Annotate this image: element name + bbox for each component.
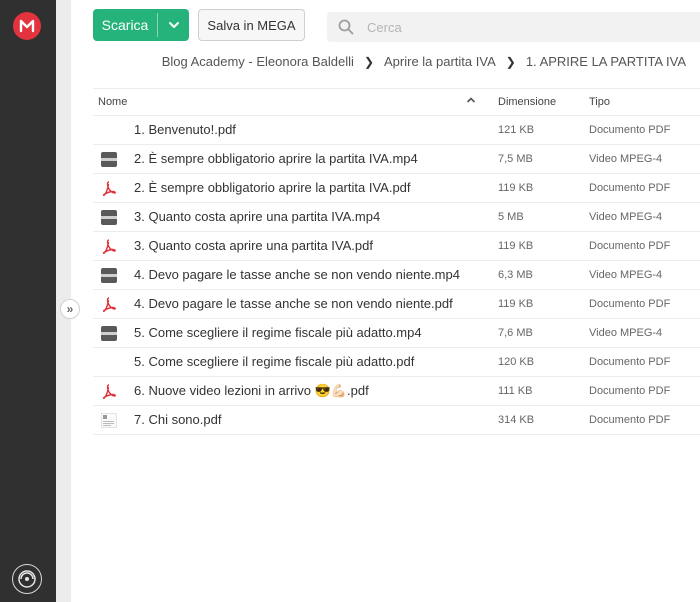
file-size: 314 KB (498, 414, 535, 426)
file-name: 6. Nuove video lezioni in arrivo 😎💪🏻.pdf (134, 383, 369, 398)
breadcrumb-item[interactable]: Blog Academy - Eleonora Baldelli (162, 54, 354, 69)
chevron-down-icon[interactable] (158, 9, 189, 41)
video-file-icon (101, 268, 117, 283)
breadcrumb-item-current[interactable]: 1. APRIRE LA PARTITA IVA (526, 54, 686, 69)
file-size: 119 KB (498, 298, 534, 310)
pdf-file-icon (101, 239, 117, 254)
table-row[interactable]: 4. Devo pagare le tasse anche se non ven… (93, 261, 700, 290)
table-row[interactable]: 5. Come scegliere il regime fiscale più … (93, 319, 700, 348)
download-button-label: Scarica (101, 17, 149, 33)
file-name: 2. È sempre obbligatorio aprire la parti… (134, 180, 411, 195)
file-name: 5. Come scegliere il regime fiscale più … (134, 354, 415, 369)
table-row[interactable]: 7. Chi sono.pdf 314 KB Documento PDF (93, 406, 700, 435)
file-type: Documento PDF (589, 298, 671, 310)
file-name: 2. È sempre obbligatorio aprire la parti… (134, 151, 418, 166)
file-size: 5 MB (498, 211, 524, 223)
file-size: 119 KB (498, 182, 534, 194)
table-row[interactable]: 2. È sempre obbligatorio aprire la parti… (93, 174, 700, 203)
file-type: Documento PDF (589, 356, 671, 368)
left-rail (0, 0, 56, 602)
file-name: 3. Quanto costa aprire una partita IVA.p… (134, 238, 373, 253)
file-type: Documento PDF (589, 124, 671, 136)
file-type: Video MPEG-4 (589, 269, 663, 281)
document-thumbnail-icon (101, 413, 117, 428)
mega-logo-icon[interactable] (13, 12, 41, 40)
table-row[interactable]: 3. Quanto costa aprire una partita IVA.m… (93, 203, 700, 232)
table-row[interactable]: 1. Benvenuto!.pdf 121 KB Documento PDF (93, 116, 700, 145)
file-size: 6,3 MB (498, 269, 533, 281)
table-row[interactable]: 4. Devo pagare le tasse anche se non ven… (93, 290, 700, 319)
video-file-icon (101, 210, 117, 225)
table-row[interactable]: 3. Quanto costa aprire una partita IVA.p… (93, 232, 700, 261)
achievements-icon[interactable] (12, 564, 42, 594)
chevron-right-icon: ❯ (505, 54, 516, 69)
file-list: 1. Benvenuto!.pdf 121 KB Documento PDF 2. È… (93, 116, 700, 435)
file-type: Documento PDF (589, 240, 671, 252)
breadcrumb: Blog Academy - Eleonora Baldelli ❯ Aprir… (162, 54, 686, 69)
file-size: 7,5 MB (498, 153, 533, 165)
table-row[interactable]: 6. Nuove video lezioni in arrivo 😎💪🏻.pdf… (93, 377, 700, 406)
expand-panel-icon[interactable]: » (60, 299, 80, 319)
column-header-size[interactable]: Dimensione (498, 96, 556, 108)
file-icon (101, 355, 117, 370)
breadcrumb-item[interactable]: Aprire la partita IVA (384, 54, 496, 69)
save-to-mega-button[interactable]: Salva in MEGA (198, 9, 305, 41)
file-size: 7,6 MB (498, 327, 533, 339)
file-name: 4. Devo pagare le tasse anche se non ven… (134, 296, 453, 311)
file-name: 3. Quanto costa aprire una partita IVA.m… (134, 209, 381, 224)
search-box[interactable] (327, 12, 700, 42)
download-button[interactable]: Scarica (93, 9, 189, 41)
pdf-file-icon (101, 384, 117, 399)
search-input[interactable] (367, 12, 687, 42)
table-header: Nome Dimensione Tipo (93, 88, 700, 116)
file-icon (101, 123, 117, 138)
file-type: Video MPEG-4 (589, 327, 663, 339)
chevron-right-icon: ❯ (363, 54, 374, 69)
file-size: 120 KB (498, 356, 535, 368)
file-size: 119 KB (498, 240, 534, 252)
column-header-name[interactable]: Nome (98, 96, 127, 108)
file-size: 111 KB (498, 385, 533, 397)
table-row[interactable]: 2. È sempre obbligatorio aprire la parti… (93, 145, 700, 174)
video-file-icon (101, 152, 117, 167)
file-type: Video MPEG-4 (589, 153, 663, 165)
column-header-type[interactable]: Tipo (589, 96, 610, 108)
file-name: 5. Come scegliere il regime fiscale più … (134, 325, 422, 340)
file-name: 4. Devo pagare le tasse anche se non ven… (134, 267, 460, 282)
file-name: 1. Benvenuto!.pdf (134, 122, 236, 137)
file-type: Documento PDF (589, 414, 671, 426)
file-type: Documento PDF (589, 182, 671, 194)
file-type: Documento PDF (589, 385, 671, 397)
sort-ascending-icon[interactable] (466, 95, 476, 107)
search-icon (338, 19, 354, 40)
pdf-file-icon (101, 181, 117, 196)
file-type: Video MPEG-4 (589, 211, 663, 223)
table-row[interactable]: 5. Come scegliere il regime fiscale più … (93, 348, 700, 377)
pdf-file-icon (101, 297, 117, 312)
video-file-icon (101, 326, 117, 341)
file-name: 7. Chi sono.pdf (134, 412, 222, 427)
file-size: 121 KB (498, 124, 535, 136)
